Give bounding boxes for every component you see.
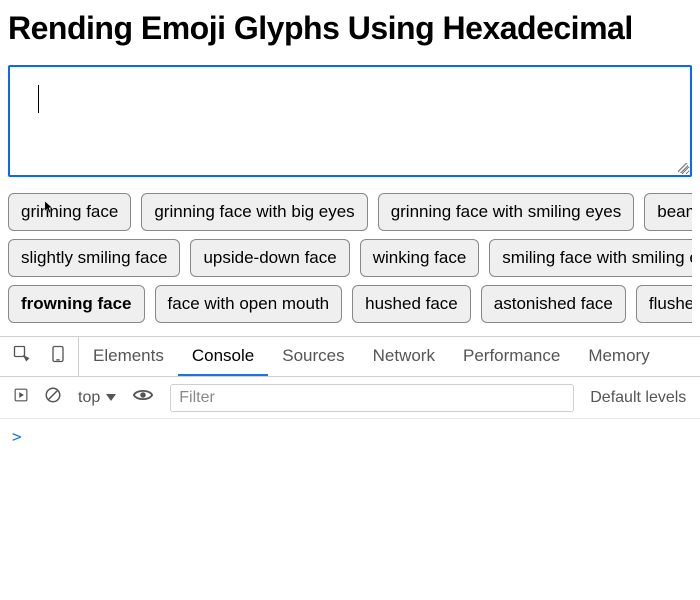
emoji-output-textarea[interactable]: [8, 65, 692, 177]
emoji-button-grid: grinning face grinning face with big eyes…: [8, 193, 692, 323]
emoji-button[interactable]: smiling face with smiling eyes: [489, 239, 692, 277]
emoji-button[interactable]: flushed face: [636, 285, 692, 323]
tab-sources[interactable]: Sources: [268, 337, 358, 376]
emoji-button-row: frowning face face with open mouthhushed …: [8, 285, 692, 323]
emoji-button[interactable]: grinning face with smiling eyes: [378, 193, 635, 231]
execution-context-dropdown[interactable]: top: [78, 389, 116, 407]
emoji-button[interactable]: grinning face with big eyes: [141, 193, 367, 231]
resize-handle-icon[interactable]: [678, 163, 688, 173]
emoji-button[interactable]: astonished face: [481, 285, 626, 323]
page-title: Rending Emoji Glyphs Using Hexadecimal: [8, 10, 692, 47]
devtools-tabbar: Elements Console Sources Network Perform…: [0, 337, 700, 377]
tab-console[interactable]: Console: [178, 337, 268, 376]
tab-network[interactable]: Network: [359, 337, 449, 376]
tab-memory[interactable]: Memory: [574, 337, 663, 376]
textarea-caret: [38, 85, 39, 113]
emoji-button[interactable]: upside-down face: [190, 239, 349, 277]
live-expression-icon[interactable]: [132, 384, 154, 411]
emoji-button[interactable]: hushed face: [352, 285, 471, 323]
log-levels-dropdown[interactable]: Default levels: [590, 389, 686, 407]
emoji-button-row: slightly smiling face upside-down face win…: [8, 239, 692, 277]
tab-elements[interactable]: Elements: [79, 337, 178, 376]
console-filter-input[interactable]: Filter: [170, 384, 574, 412]
inspect-element-icon[interactable]: [12, 344, 32, 369]
devtools-panel: Elements Console Sources Network Perform…: [0, 336, 700, 454]
emoji-button-row: grinning face grinning face with big eyes…: [8, 193, 692, 231]
emoji-button[interactable]: beaming face with smiling eyes: [644, 193, 692, 231]
emoji-button[interactable]: grinning face: [8, 193, 131, 231]
console-prompt-icon: >: [12, 427, 22, 446]
execution-context-label: top: [78, 389, 100, 407]
device-toggle-icon[interactable]: [48, 344, 68, 369]
chevron-down-icon: [106, 394, 116, 401]
tab-performance[interactable]: Performance: [449, 337, 574, 376]
console-toolbar: top Filter Default levels: [0, 377, 700, 419]
emoji-button[interactable]: frowning face: [8, 285, 145, 323]
filter-placeholder: Filter: [179, 389, 215, 407]
execute-icon[interactable]: [14, 388, 28, 407]
emoji-button[interactable]: slightly smiling face: [8, 239, 180, 277]
clear-console-icon[interactable]: [44, 386, 62, 409]
console-body[interactable]: >: [0, 419, 700, 454]
emoji-button[interactable]: winking face: [360, 239, 480, 277]
emoji-button[interactable]: face with open mouth: [155, 285, 343, 323]
